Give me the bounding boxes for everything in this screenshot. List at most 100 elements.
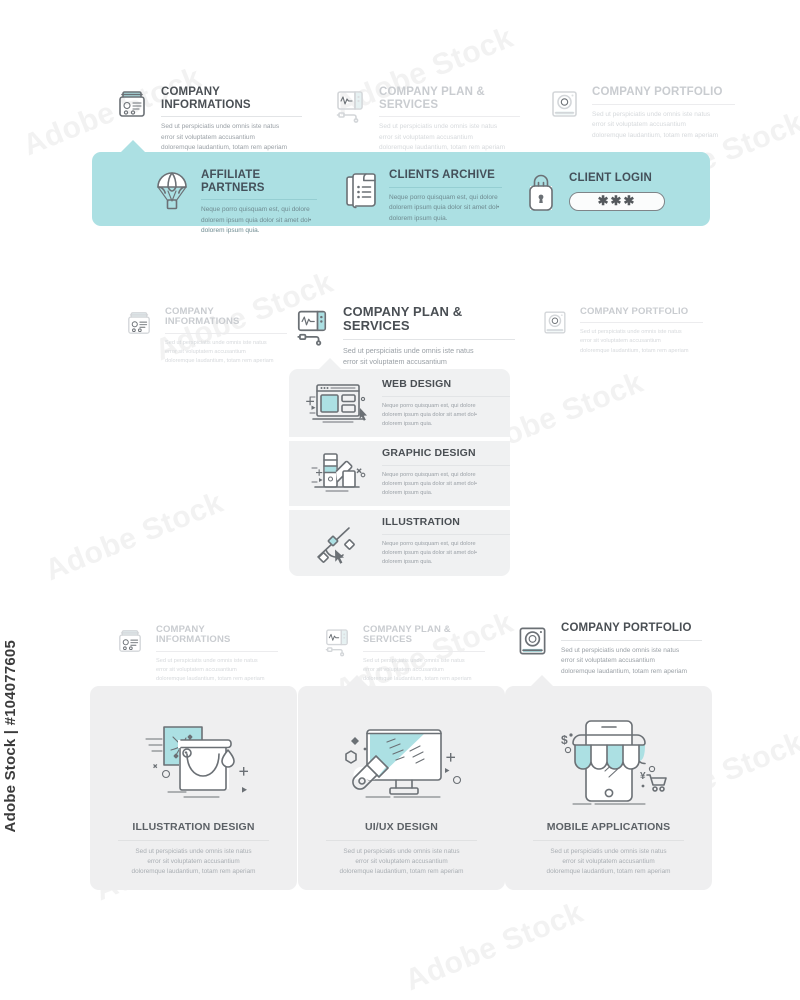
portfolio-card-ui-ux-design[interactable]: UI/UX DESIGN Sed ut perspiciatis unde om… [298, 675, 505, 890]
stock-id-watermark: Adobe Stock | #104077605 [2, 640, 19, 833]
divider [580, 322, 703, 324]
divider [161, 116, 302, 118]
services-panel: WEB DESIGN Neque porro quisquam est, qui… [289, 358, 510, 576]
mid-tab-company-portfolio[interactable]: COMPANY PORTFOLIO Sed ut perspiciatis un… [538, 306, 703, 356]
camera-icon [538, 307, 571, 338]
tab-label: COMPANY PLAN & SERVICES [343, 304, 463, 334]
divider [382, 533, 510, 535]
tab-label: COMPANY INFORMATIONS [156, 624, 231, 646]
divider [382, 395, 510, 397]
tab-label: COMPANY PORTFOLIO [561, 622, 692, 634]
tab-label: COMPANY INFORMATIONS [165, 306, 240, 328]
divider [592, 103, 735, 105]
monitor-brush-icon [298, 702, 505, 822]
divider [201, 199, 317, 201]
card-label: MOBILE APPLICATIONS [546, 821, 671, 833]
monitor-pulse-icon [320, 625, 354, 659]
divider [326, 839, 477, 841]
card-notch [345, 675, 369, 687]
tab-label: COMPANY PORTFOLIO [592, 86, 723, 98]
id-card-icon [122, 307, 156, 339]
color-swatch-icon [302, 446, 376, 502]
divider [118, 839, 269, 841]
card-description: Sed ut perspiciatis unde omnis iste natu… [339, 847, 464, 876]
tab-description: Sed ut perspiciatis unde omnis iste natu… [561, 646, 688, 675]
padlock-icon [522, 170, 560, 214]
service-description: Neque porro quisquam est, qui dolore dolo… [382, 540, 477, 566]
portfolio-card-illustration-design[interactable]: ILLUSTRATION DESIGN Sed ut perspiciatis … [90, 686, 297, 890]
top-tab-company-portfolio[interactable]: COMPANY PORTFOLIO Sed ut perspiciatis un… [545, 86, 735, 141]
service-label: ILLUSTRATION [382, 516, 461, 529]
browser-window-icon [302, 377, 376, 433]
divider [379, 116, 520, 118]
divider [382, 464, 510, 466]
divider [156, 650, 278, 652]
svg-text:¥: ¥ [640, 771, 646, 782]
tab-description: Sed ut perspiciatis unde omnis iste natu… [592, 110, 719, 139]
card-caption: ILLUSTRATION DESIGN Sed ut perspiciatis … [104, 821, 283, 878]
tab-description: Sed ut perspiciatis unde omnis iste natu… [156, 657, 265, 682]
tab-label: COMPANY PLAN & SERVICES [379, 86, 485, 111]
banner-item-label: AFFILIATE PARTNERS [201, 169, 265, 194]
id-card-icon [112, 86, 152, 122]
service-item-graphic-design[interactable]: GRAPHIC DESIGN Neque porro quisquam est,… [289, 441, 510, 506]
monitor-pulse-icon [330, 86, 370, 126]
card-caption: MOBILE APPLICATIONS Sed ut perspiciatis … [519, 821, 698, 878]
tab-description: Sed ut perspiciatis unde omnis iste natu… [363, 657, 472, 682]
id-card-icon [113, 625, 147, 657]
tab-description: Sed ut perspiciatis unde omnis iste natu… [379, 123, 506, 152]
card-description: Sed ut perspiciatis unde omnis iste natu… [546, 847, 671, 876]
card-label: UI/UX DESIGN [365, 821, 438, 833]
parachute-icon [152, 169, 192, 217]
divider [561, 639, 702, 641]
camera-icon [512, 622, 552, 660]
document-list-icon [342, 169, 380, 213]
panel-notch [318, 358, 342, 370]
paint-bucket-icon [90, 702, 297, 822]
top-tab-company-plan-services[interactable]: COMPANY PLAN & SERVICES Sed ut perspicia… [330, 86, 520, 154]
portfolio-card-mobile-applications[interactable]: $ ¥ MOBILE APPLICATIONS Sed ut perspicia… [505, 675, 712, 890]
banner-item-client-login[interactable]: CLIENT LOGIN ✱✱✱ [522, 170, 682, 214]
tab-label: COMPANY PORTFOLIO [580, 306, 689, 317]
svg-text:$: $ [561, 733, 568, 747]
service-label: GRAPHIC DESIGN [382, 447, 476, 460]
banner-item-label: CLIENT LOGIN [569, 172, 652, 184]
bottom-tab-company-informations[interactable]: COMPANY INFORMATIONS Sed ut perspiciatis… [113, 624, 278, 684]
affiliate-banner: AFFILIATE PARTNERS Neque porro quisquam … [92, 140, 710, 234]
divider [165, 332, 287, 334]
monitor-pulse-icon [290, 305, 334, 349]
divider [533, 839, 684, 841]
banner-item-description: Neque porro quisquam est, qui dolore dolo… [389, 193, 500, 222]
banner-item-clients-archive[interactable]: CLIENTS ARCHIVE Neque porro quisquam est… [342, 169, 502, 224]
card-label: ILLUSTRATION DESIGN [132, 821, 255, 833]
client-login-password-field[interactable]: ✱✱✱ [569, 191, 665, 211]
card-caption: UI/UX DESIGN Sed ut perspiciatis unde om… [312, 821, 491, 878]
bottom-tab-company-portfolio[interactable]: COMPANY PORTFOLIO Sed ut perspiciatis un… [512, 622, 702, 677]
banner-notch [120, 140, 146, 153]
service-description: Neque porro quisquam est, qui dolore dolo… [382, 402, 477, 428]
watermark-tile: Adobe Stock [40, 485, 228, 588]
tab-label: COMPANY PLAN & SERVICES [363, 624, 451, 646]
mid-tab-company-informations[interactable]: COMPANY INFORMATIONS Sed ut perspiciatis… [122, 306, 287, 366]
service-description: Neque porro quisquam est, qui dolore dolo… [382, 471, 477, 497]
banner-item-label: CLIENTS ARCHIVE [389, 169, 495, 181]
tab-description: Sed ut perspiciatis unde omnis iste natu… [161, 123, 288, 152]
tab-description: Sed ut perspiciatis unde omnis iste natu… [165, 339, 274, 364]
card-description: Sed ut perspiciatis unde omnis iste natu… [131, 847, 256, 876]
mobile-shop-icon: $ ¥ [505, 702, 712, 822]
infographic-canvas: Adobe Stock Adobe Stock Adobe Stock Adob… [0, 0, 800, 1000]
divider [343, 338, 515, 340]
watermark-tile: Adobe Stock [400, 895, 588, 998]
tab-description: Sed ut perspiciatis unde omnis iste natu… [580, 329, 689, 354]
banner-item-affiliate-partners[interactable]: AFFILIATE PARTNERS Neque porro quisquam … [152, 169, 317, 237]
banner-item-description: Neque porro quisquam est, qui dolore dolo… [201, 206, 312, 235]
divider [363, 650, 485, 652]
camera-icon [545, 86, 583, 122]
pen-tool-icon [302, 515, 376, 571]
service-item-web-design[interactable]: WEB DESIGN Neque porro quisquam est, qui… [289, 372, 510, 437]
service-item-illustration[interactable]: ILLUSTRATION Neque porro quisquam est, q… [289, 510, 510, 575]
divider [389, 186, 502, 188]
tab-label: COMPANY INFORMATIONS [161, 86, 251, 111]
service-label: WEB DESIGN [382, 378, 452, 391]
card-notch [530, 675, 554, 687]
